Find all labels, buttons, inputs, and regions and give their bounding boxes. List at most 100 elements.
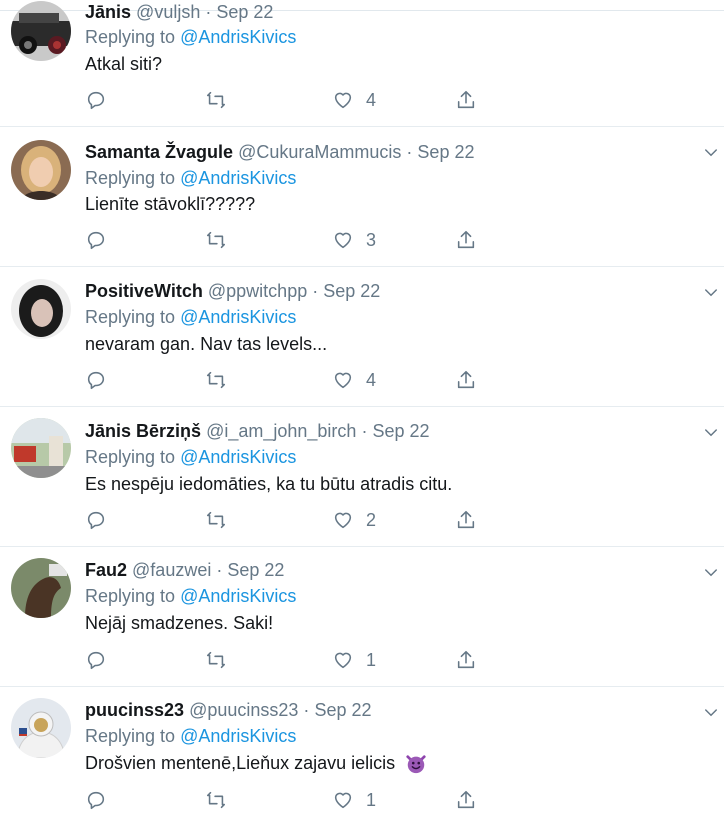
tweet-actions: 1 (85, 788, 485, 812)
mention-link[interactable]: @AndrisKivics (180, 168, 296, 188)
user-handle[interactable]: @vuljsh (136, 2, 200, 22)
like-button[interactable]: 1 (332, 648, 376, 672)
street-avatar-icon (11, 418, 71, 478)
share-button[interactable] (455, 368, 477, 392)
reply-button[interactable] (85, 648, 107, 672)
retweet-icon (206, 511, 226, 529)
chevron-down-icon[interactable] (702, 564, 720, 582)
display-name[interactable]: Jānis Bērziņš (85, 421, 201, 441)
retweet-icon (206, 91, 226, 109)
like-count: 4 (366, 369, 377, 390)
share-button[interactable] (455, 228, 477, 252)
user-handle[interactable]: @fauzwei (132, 560, 211, 580)
tweet[interactable]: puucinss23 @puucinss23 · Sep 22 Replying… (0, 686, 724, 826)
chevron-down-icon[interactable] (702, 704, 720, 722)
reply-button[interactable] (85, 368, 107, 392)
tweet-text-row: Drošvien mentenē,Lieňux zajavu ielicis (85, 752, 428, 775)
share-button[interactable] (455, 648, 477, 672)
tweet[interactable]: Samanta Žvagule @CukuraMammucis · Sep 22… (0, 126, 724, 267)
tweet-date[interactable]: Sep 22 (314, 700, 371, 720)
mention-link[interactable]: @AndrisKivics (180, 726, 296, 746)
chevron-down-icon[interactable] (702, 424, 720, 442)
like-button[interactable]: 4 (332, 88, 376, 112)
tweet-date[interactable]: Sep 22 (417, 142, 474, 162)
separator-dot: · (303, 700, 310, 720)
separator-dot: · (312, 281, 319, 301)
retweet-button[interactable] (205, 648, 227, 672)
tweet[interactable]: Jānis Bērziņš @i_am_john_birch · Sep 22 … (0, 406, 724, 547)
avatar[interactable] (11, 698, 71, 758)
display-name[interactable]: puucinss23 (85, 700, 184, 720)
heart-icon (334, 232, 352, 249)
avatar[interactable] (11, 558, 71, 618)
like-button[interactable]: 3 (332, 228, 376, 252)
mention-link[interactable]: @AndrisKivics (180, 27, 296, 47)
share-button[interactable] (455, 88, 477, 112)
retweet-button[interactable] (205, 788, 227, 812)
chevron-down-icon[interactable] (702, 284, 720, 302)
tweet-actions: 1 (85, 648, 485, 672)
reply-icon (87, 371, 105, 390)
tweet[interactable]: Fau2 @fauzwei · Sep 22 Replying to @Andr… (0, 546, 724, 687)
tweet[interactable]: Jānis @vuljsh · Sep 22 Replying to @Andr… (0, 0, 724, 127)
avatar[interactable] (11, 1, 71, 61)
share-icon (457, 650, 475, 669)
user-handle[interactable]: @puucinss23 (189, 700, 298, 720)
mention-link[interactable]: @AndrisKivics (180, 586, 296, 606)
heart-icon (334, 92, 352, 109)
tweet-header: Samanta Žvagule @CukuraMammucis · Sep 22 (85, 141, 474, 163)
mention-link[interactable]: @AndrisKivics (180, 307, 296, 327)
reply-button[interactable] (85, 88, 107, 112)
chevron-down-icon[interactable] (702, 144, 720, 162)
like-count: 4 (366, 89, 377, 110)
replying-to: Replying to @AndrisKivics (85, 585, 296, 607)
tweet-header: Jānis Bērziņš @i_am_john_birch · Sep 22 (85, 420, 430, 442)
heart-icon (334, 512, 352, 529)
display-name[interactable]: Fau2 (85, 560, 127, 580)
share-icon (457, 370, 475, 389)
share-button[interactable] (455, 788, 477, 812)
like-button[interactable]: 1 (332, 788, 376, 812)
tweet[interactable]: PositiveWitch @ppwitchpp · Sep 22 Replyi… (0, 266, 724, 407)
avatar[interactable] (11, 279, 71, 339)
replying-to: Replying to @AndrisKivics (85, 26, 296, 48)
replying-prefix: Replying to (85, 726, 176, 746)
reply-button[interactable] (85, 788, 107, 812)
heart-icon (334, 792, 352, 809)
user-handle[interactable]: @ppwitchpp (208, 281, 307, 301)
retweet-icon (206, 231, 226, 249)
share-icon (457, 230, 475, 249)
user-handle[interactable]: @i_am_john_birch (206, 421, 356, 441)
avatar[interactable] (11, 418, 71, 478)
like-button[interactable]: 2 (332, 508, 376, 532)
retweet-button[interactable] (205, 88, 227, 112)
like-count: 1 (366, 649, 377, 670)
person-avatar-icon (11, 279, 71, 339)
retweet-button[interactable] (205, 508, 227, 532)
tweet-date[interactable]: Sep 22 (372, 421, 429, 441)
tweet-date[interactable]: Sep 22 (216, 2, 273, 22)
separator-dot: · (216, 560, 223, 580)
smiling-devil-icon (406, 755, 426, 774)
display-name[interactable]: Jānis (85, 2, 131, 22)
retweet-button[interactable] (205, 368, 227, 392)
tweet-text: Nejāj smadzenes. Saki! (85, 613, 274, 633)
heart-icon (334, 372, 352, 389)
share-button[interactable] (455, 508, 477, 532)
display-name[interactable]: PositiveWitch (85, 281, 203, 301)
tweet-text: Drošvien mentenē,Lieňux zajavu ielicis (85, 753, 396, 773)
tweet-date[interactable]: Sep 22 (323, 281, 380, 301)
reply-button[interactable] (85, 508, 107, 532)
retweet-button[interactable] (205, 228, 227, 252)
retweet-icon (206, 651, 226, 669)
like-button[interactable]: 4 (332, 368, 376, 392)
user-handle[interactable]: @CukuraMammucis (238, 142, 401, 162)
tweet-date[interactable]: Sep 22 (227, 560, 284, 580)
share-icon (457, 510, 475, 529)
astronaut-avatar-icon (11, 698, 71, 758)
avatar[interactable] (11, 140, 71, 200)
display-name[interactable]: Samanta Žvagule (85, 142, 233, 162)
reply-button[interactable] (85, 228, 107, 252)
mention-link[interactable]: @AndrisKivics (180, 447, 296, 467)
car-avatar-icon (11, 1, 71, 61)
